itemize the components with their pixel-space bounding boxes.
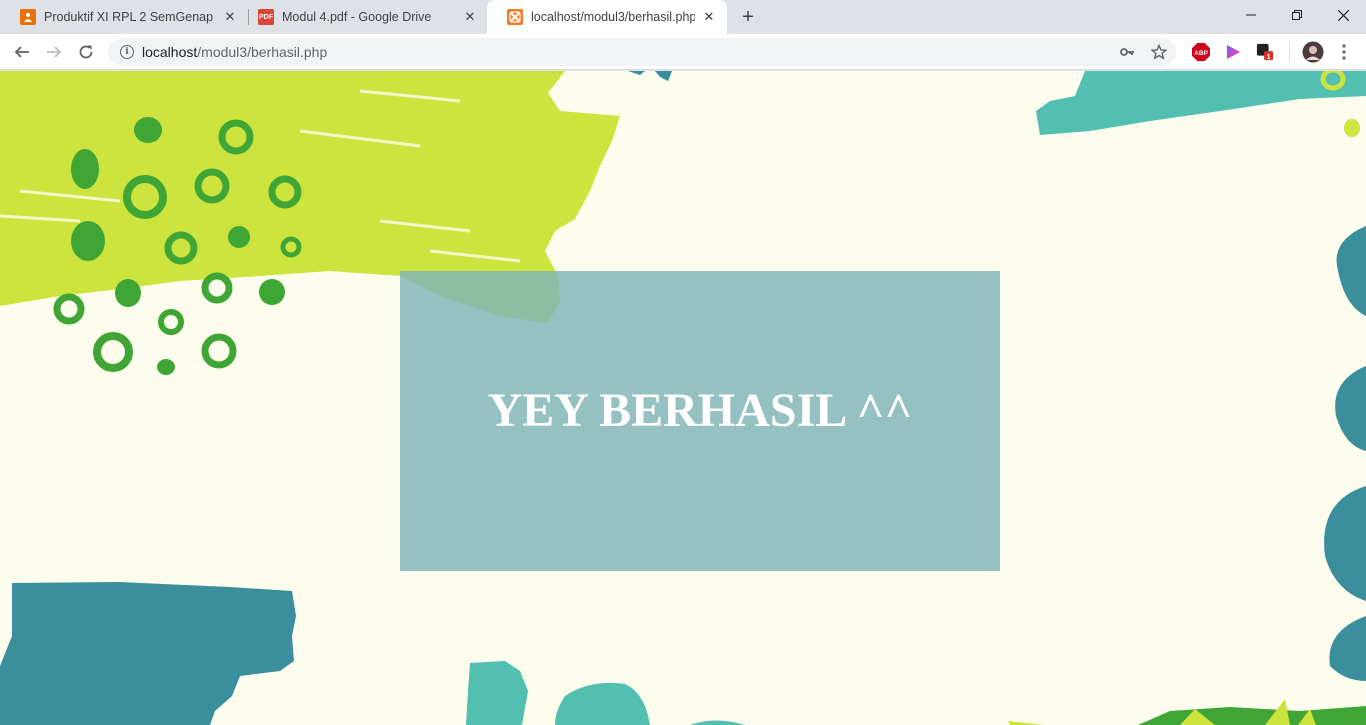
tab-berhasil[interactable]: localhost/modul3/berhasil.php ✕ (487, 0, 727, 34)
teal-brush-top-right (1036, 71, 1366, 135)
restore-button[interactable] (1274, 0, 1320, 30)
url-path: /modul3/berhasil.php (197, 44, 328, 60)
close-tab-icon[interactable]: ✕ (701, 9, 717, 25)
chrome-menu-icon[interactable] (1330, 38, 1358, 66)
url-host: localhost (142, 44, 198, 60)
minimize-button[interactable] (1228, 0, 1274, 30)
profile-avatar[interactable] (1302, 41, 1324, 63)
play-extension-icon[interactable] (1224, 43, 1242, 61)
classroom-icon (20, 9, 36, 25)
tab-title: Produktif XI RPL 2 SemGenap 18 (44, 10, 216, 24)
extension-badge-icon[interactable]: 1 (1256, 43, 1274, 61)
pdf-icon: PDF (258, 9, 274, 25)
new-tab-button[interactable]: + (737, 6, 759, 28)
browser-toolbar: i localhost/modul3/berhasil.php ABP 1 (0, 34, 1366, 70)
key-icon[interactable] (1119, 44, 1135, 60)
teal-brush-bottom-left (0, 582, 296, 725)
tab-modul-pdf[interactable]: PDF Modul 4.pdf - Google Drive ✕ (238, 0, 488, 34)
close-tab-icon[interactable]: ✕ (222, 9, 238, 25)
close-tab-icon[interactable]: ✕ (462, 9, 478, 25)
tab-produktif[interactable]: Produktif XI RPL 2 SemGenap 18 ✕ (0, 0, 248, 34)
bookmark-star-icon[interactable] (1151, 44, 1167, 60)
back-button[interactable] (8, 38, 36, 66)
address-bar[interactable]: i localhost/modul3/berhasil.php (108, 38, 1176, 66)
reload-button[interactable] (72, 38, 100, 66)
tab-strip: Produktif XI RPL 2 SemGenap 18 ✕ PDF Mod… (0, 0, 1366, 34)
toolbar-divider (1289, 42, 1290, 62)
site-info-icon[interactable]: i (120, 45, 134, 59)
success-card: YEY BERHASIL ^^ (400, 271, 1000, 571)
success-heading: YEY BERHASIL ^^ (487, 384, 913, 437)
xampp-icon (507, 9, 523, 25)
page-viewport: YEY BERHASIL ^^ (0, 71, 1366, 725)
abp-label: ABP (1194, 50, 1208, 57)
close-window-button[interactable] (1320, 0, 1366, 30)
tab-title: Modul 4.pdf - Google Drive (282, 10, 432, 24)
forward-button[interactable] (40, 38, 68, 66)
tab-title: localhost/modul3/berhasil.php (531, 10, 695, 24)
extension-badge-count: 1 (1267, 52, 1271, 61)
adblock-plus-icon[interactable]: ABP (1192, 43, 1210, 61)
